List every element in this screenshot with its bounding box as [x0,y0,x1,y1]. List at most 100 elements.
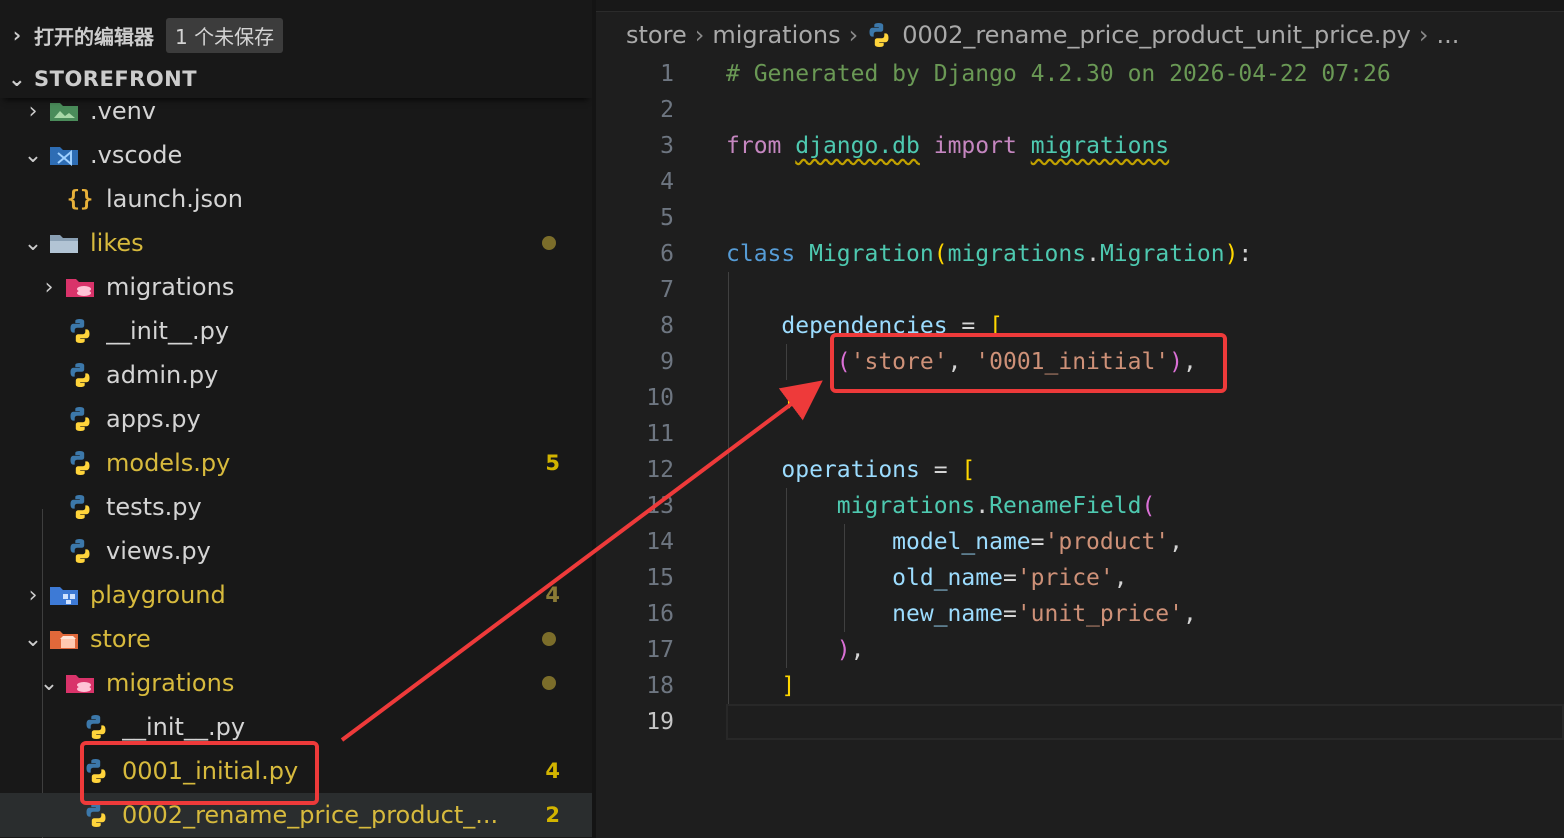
code-line: 12 operations = [ [596,452,1564,488]
line-number: 18 [646,673,674,699]
breadcrumb: store › migrations › 0002_rename_price_p… [626,16,1459,54]
problem-count: 2 [545,803,560,827]
tree-item-vscode[interactable]: ⌄ .vscode [0,133,592,177]
line-content: from django.db import migrations [726,133,1170,159]
chevron-right-icon: › [1418,21,1429,49]
python-icon [866,22,892,48]
code-line: 19 [596,704,1564,740]
line-content: model_name='product', [892,529,1183,555]
folder-migrations-icon [64,272,96,302]
tree-item-label: views.py [106,537,211,565]
code-line: 2 [596,92,1564,128]
chevron-right-icon: › [28,582,38,608]
tree-item-label: playground [90,581,226,609]
line-content: migrations.RenameField( [836,493,1156,519]
chevron-down-icon: ⌄ [23,626,43,652]
tree-item-label: migrations [106,273,235,301]
line-content: ] [781,385,796,411]
code-line: 16 new_name='unit_price', [596,596,1564,632]
python-icon [64,404,96,434]
tree-item-tests-py[interactable]: tests.py [0,485,592,529]
annotation-highlight-dependency [830,333,1227,393]
modified-dot [542,676,556,690]
breadcrumb-item[interactable]: 0002_rename_price_product_unit_price.py [902,21,1411,49]
line-number: 16 [646,601,674,627]
tree-item-views-py[interactable]: views.py [0,529,592,573]
folder-store-icon [48,624,80,654]
unsaved-badge: 1 个未保存 [166,17,284,53]
breadcrumb-item[interactable]: ... [1436,21,1459,49]
tree-item-launch-json[interactable]: {} launch.json [0,177,592,221]
code-line: 5 [596,200,1564,236]
line-number: 1 [660,61,674,87]
tree-item-label: launch.json [106,185,243,213]
code-line: 11 [596,416,1564,452]
line-number: 5 [660,205,674,231]
open-editors-header[interactable]: › 打开的编辑器 1 个未保存 [0,15,592,55]
line-content: ), [836,637,865,663]
problem-count: 4 [545,759,560,783]
breadcrumb-item[interactable]: migrations [712,21,840,49]
explorer-root-label: STOREFRONT [34,67,198,91]
tree-item-store[interactable]: ⌄ store [0,617,592,661]
tree-item-apps-py[interactable]: apps.py [0,397,592,441]
line-content: class Migration(migrations.Migration): [726,241,1253,267]
python-icon [64,536,96,566]
line-number: 2 [660,97,674,123]
tree-item-likes[interactable]: ⌄ likes [0,221,592,265]
tree-item-admin-py[interactable]: admin.py [0,353,592,397]
modified-dot [542,632,556,646]
json-braces-icon: {} [66,186,94,212]
tree-item-models-py[interactable]: models.py 5 [0,441,592,485]
line-number: 10 [646,385,674,411]
chevron-down-icon: ⌄ [7,67,27,91]
tree-item-likes-init[interactable]: __init__.py [0,309,592,353]
folder-playground-icon [48,580,80,610]
code-editor[interactable]: store › migrations › 0002_rename_price_p… [596,0,1564,838]
line-content: old_name='price', [892,565,1128,591]
breadcrumb-item[interactable]: store [626,21,687,49]
tree-item-store-migrations[interactable]: ⌄ migrations [0,661,592,705]
tree-item-likes-migrations[interactable]: › migrations [0,265,592,309]
editor-tabs-strip [596,0,1564,12]
line-number: 3 [660,133,674,159]
tree-item-label: tests.py [106,493,202,521]
folder-icon [48,228,80,258]
code-line: 1 # Generated by Django 4.2.30 on 2026-0… [596,56,1564,92]
code-line: 18 ] [596,668,1564,704]
open-editors-label: 打开的编辑器 [34,24,154,49]
folder-venv-icon [48,96,80,126]
code-line: 13 migrations.RenameField( [596,488,1564,524]
line-number: 19 [646,709,674,735]
chevron-down-icon: ⌄ [39,670,59,696]
annotation-highlight-file [80,741,319,805]
chevron-down-icon: ⌄ [23,142,43,168]
line-number: 4 [660,169,674,195]
line-number: 7 [660,277,674,303]
modified-dot [542,236,556,250]
chevron-right-icon: › [12,23,22,47]
line-number: 9 [660,349,674,375]
line-number: 11 [646,421,674,447]
tree-item-label: likes [90,229,144,257]
chevron-right-icon: › [694,21,705,49]
line-number: 14 [646,529,674,555]
tree-item-label: .vscode [90,141,183,169]
line-content: operations = [ [781,457,976,483]
tree-item-label: store [90,625,151,653]
code-line: 7 [596,272,1564,308]
explorer-root-header[interactable]: ⌄ STOREFRONT [0,60,592,98]
line-content: ] [781,673,796,699]
line-number: 13 [646,493,674,519]
line-number: 8 [660,313,674,339]
line-content: # Generated by Django 4.2.30 on 2026-04-… [726,61,1391,87]
code-line: 17 ), [596,632,1564,668]
line-number: 6 [660,241,674,267]
tree-item-playground[interactable]: › playground 4 [0,573,592,617]
tree-item-label: 0002_rename_price_product_... [122,801,499,829]
tree-item-label: __init__.py [122,713,246,741]
code-line: 14 model_name='product', [596,524,1564,560]
code-line: 6 class Migration(migrations.Migration): [596,236,1564,272]
tree-item-label: .venv [90,97,157,125]
tree-item-label: migrations [106,669,235,697]
